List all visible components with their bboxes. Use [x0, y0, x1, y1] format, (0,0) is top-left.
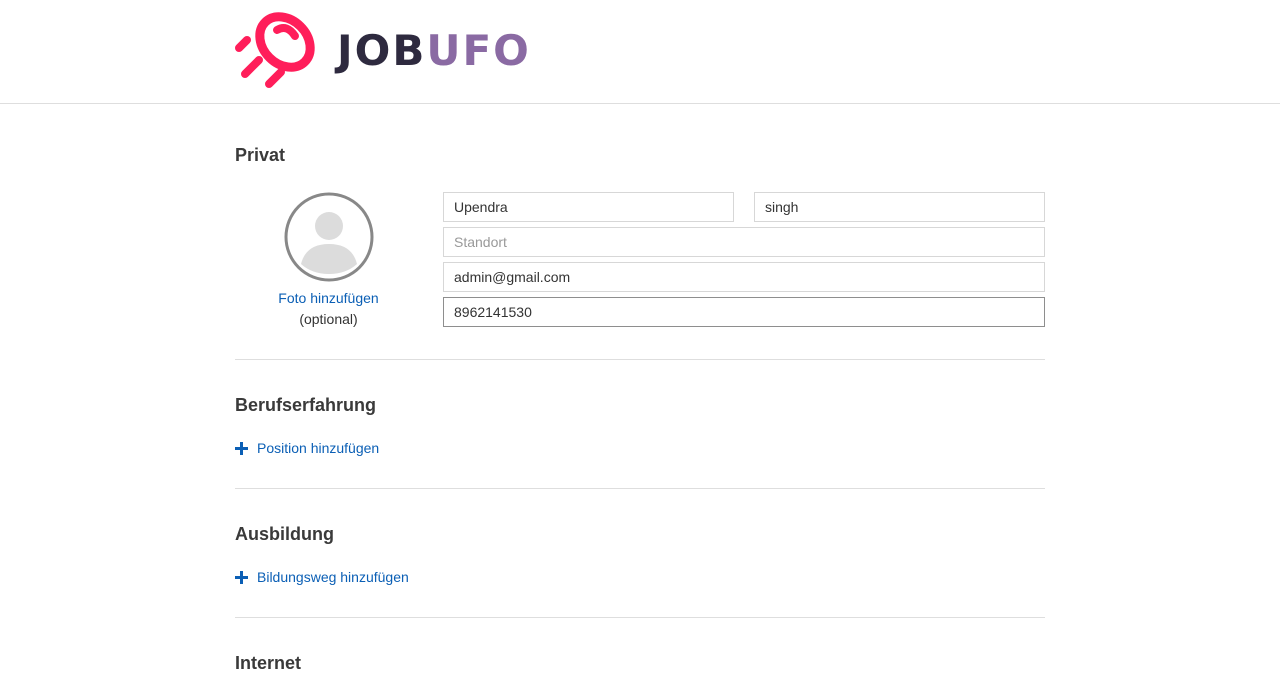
- add-education-link[interactable]: Bildungsweg hinzufügen: [235, 569, 409, 585]
- ufo-rocket-icon: [235, 12, 315, 88]
- section-title-internet: Internet: [235, 653, 302, 673]
- section-title-education: Ausbildung: [235, 524, 334, 544]
- add-position-label: Position hinzufügen: [257, 440, 380, 456]
- email-input[interactable]: [443, 262, 1045, 292]
- avatar-upload[interactable]: [284, 192, 374, 282]
- avatar-placeholder-icon: [284, 192, 374, 282]
- add-position-link[interactable]: Position hinzufügen: [235, 440, 379, 456]
- add-education-label: Bildungsweg hinzufügen: [257, 569, 409, 585]
- section-divider: [235, 359, 1045, 360]
- first-name-input[interactable]: [443, 192, 734, 222]
- location-input[interactable]: [443, 227, 1045, 257]
- section-title-experience: Berufserfahrung: [235, 395, 377, 415]
- phone-input[interactable]: [443, 297, 1045, 327]
- last-name-input[interactable]: [754, 192, 1045, 222]
- site-header: JOBUFO: [0, 0, 1280, 104]
- logo-wordmark: JOBUFO: [337, 24, 531, 78]
- logo-wordmark-job: JOB: [337, 26, 427, 75]
- section-divider: [235, 617, 1045, 618]
- add-photo-link[interactable]: Foto hinzufügen: [235, 290, 422, 306]
- section-divider: [235, 488, 1045, 489]
- photo-optional-label: (optional): [299, 311, 358, 327]
- jobufo-logo[interactable]: JOBUFO: [233, 8, 533, 94]
- logo-wordmark-ufo: UFO: [426, 26, 531, 75]
- section-title-private: Privat: [235, 145, 286, 165]
- plus-icon: [235, 441, 248, 455]
- plus-icon: [235, 570, 248, 584]
